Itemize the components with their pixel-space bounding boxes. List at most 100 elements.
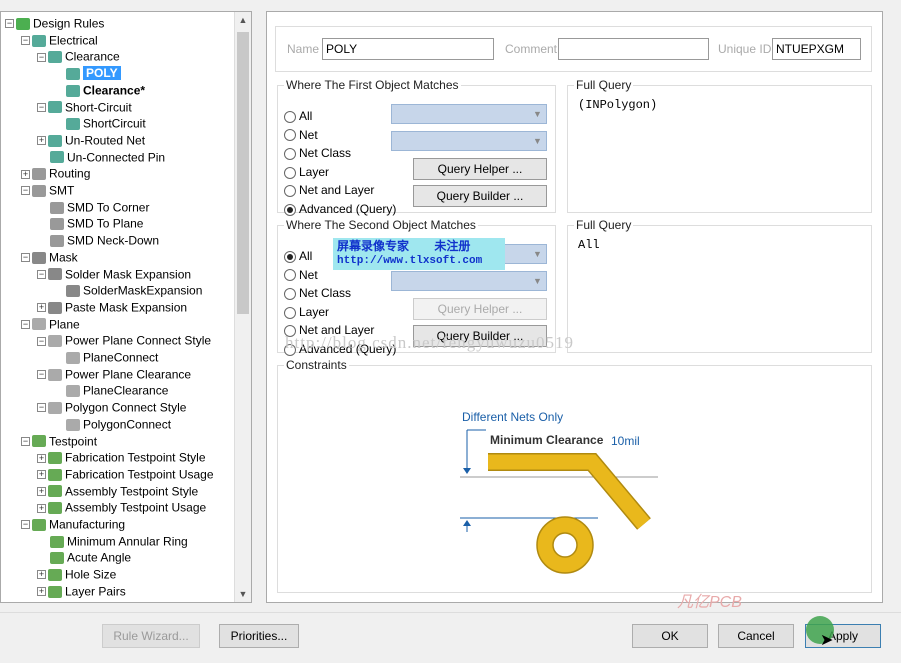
collapse-icon[interactable]: − (21, 520, 30, 530)
collapse-icon[interactable]: − (21, 186, 30, 196)
tree-node[interactable]: − Design Rules (5, 15, 104, 32)
tree-node[interactable]: + Hole Size (37, 566, 116, 583)
tree-node[interactable]: − Power Plane Connect Style (37, 332, 211, 349)
tree-node[interactable]: − Plane (21, 316, 80, 333)
scroll-down-icon[interactable]: ▼ (235, 586, 251, 602)
first-radio-3[interactable]: Layer (284, 164, 329, 180)
radio-icon[interactable] (284, 269, 296, 282)
second-radio-2[interactable]: Net Class (284, 285, 351, 301)
smd-icon (50, 218, 64, 231)
collapse-icon[interactable]: − (37, 52, 46, 62)
tree-node[interactable]: SMD Neck-Down (37, 232, 159, 249)
first-radio-0[interactable]: All (284, 108, 312, 124)
tree-node[interactable]: + Assembly Testpoint Usage (37, 499, 206, 516)
collapse-icon[interactable]: − (21, 319, 30, 329)
tree-node[interactable]: SolderMaskExpansion (53, 282, 202, 299)
first-netclass-combo[interactable]: ▼ (391, 131, 547, 151)
comment-input[interactable] (558, 38, 709, 60)
name-input[interactable]: POLY (322, 38, 494, 60)
tree-node[interactable]: +Hole To Hole Clearance (37, 600, 192, 602)
tree-node[interactable]: + Layer Pairs (37, 583, 126, 600)
tree-node[interactable]: − Power Plane Clearance (37, 366, 191, 383)
tree-node[interactable]: ShortCircuit (53, 115, 146, 132)
scroll-up-icon[interactable]: ▲ (235, 12, 251, 28)
collapse-icon[interactable]: − (37, 269, 46, 279)
tree-node[interactable]: − Manufacturing (21, 516, 125, 533)
routing-icon (32, 168, 46, 181)
tree-node[interactable]: PlaneClearance (53, 382, 168, 399)
plane-icon (48, 335, 62, 348)
collapse-icon[interactable]: − (21, 436, 30, 446)
collapse-icon[interactable]: − (37, 102, 46, 112)
first-query-helper-button[interactable]: Query Helper ... (413, 158, 547, 180)
tree-node[interactable]: SMD To Plane (37, 215, 143, 232)
rule-wizard-button[interactable]: Rule Wizard... (102, 624, 200, 648)
tree-node[interactable]: + Routing (21, 165, 90, 182)
second-radio-1[interactable]: Net (284, 267, 318, 283)
tree-node[interactable]: − Testpoint (21, 433, 97, 450)
second-radio-0[interactable]: All (284, 248, 312, 264)
radio-icon[interactable] (284, 203, 296, 216)
tree-node[interactable]: − Mask (21, 249, 78, 266)
tree-node[interactable]: + Assembly Testpoint Style (37, 483, 198, 500)
tree-node[interactable]: − Short-Circuit (37, 99, 132, 116)
cancel-button[interactable]: Cancel (718, 624, 794, 648)
collapse-icon[interactable]: − (21, 36, 30, 46)
priorities-button[interactable]: Priorities... (219, 624, 299, 648)
tree-node[interactable]: + Fabrication Testpoint Style (37, 449, 206, 466)
unique-id-input[interactable]: NTUEPXGM (772, 38, 861, 60)
first-radio-5[interactable]: Advanced (Query) (284, 201, 396, 217)
radio-icon[interactable] (284, 166, 296, 179)
expand-icon[interactable]: + (37, 486, 46, 496)
radio-icon[interactable] (284, 288, 296, 301)
mask-icon (66, 285, 80, 298)
radio-icon[interactable] (284, 110, 296, 123)
tree-scroll-thumb[interactable] (237, 32, 249, 314)
rules-tree[interactable]: − Design Rules − Electrical − Clearance POLY Cl… (0, 11, 252, 603)
collapse-icon[interactable]: − (37, 403, 46, 413)
expand-icon[interactable]: + (37, 303, 46, 313)
first-radio-4[interactable]: Net and Layer (284, 182, 374, 198)
first-radio-1[interactable]: Net (284, 127, 318, 143)
tree-node[interactable]: + Un-Routed Net (37, 132, 145, 149)
tree-node[interactable]: − Solder Mask Expansion (37, 266, 191, 283)
ok-button[interactable]: OK (632, 624, 708, 648)
tree-node[interactable]: Clearance* (53, 82, 145, 99)
expand-icon[interactable]: + (37, 453, 46, 463)
tree-node[interactable]: Un-Connected Pin (37, 149, 165, 166)
collapse-icon[interactable]: − (37, 336, 46, 346)
second-netclass-combo[interactable]: ▼ (391, 271, 547, 291)
second-query-helper-button[interactable]: Query Helper ... (413, 298, 547, 320)
tree-node[interactable]: + Fabrication Testpoint Usage (37, 466, 214, 483)
expand-icon[interactable]: + (37, 587, 46, 597)
tree-node[interactable]: Acute Angle (37, 549, 131, 566)
radio-icon[interactable] (284, 306, 296, 319)
tree-node[interactable]: PlaneConnect (53, 349, 158, 366)
tree-node[interactable]: POLY (53, 65, 121, 82)
radio-icon[interactable] (284, 129, 296, 142)
tree-node[interactable]: − Clearance (37, 48, 120, 65)
tree-node[interactable]: Minimum Annular Ring (37, 533, 188, 550)
tree-node[interactable]: − Polygon Connect Style (37, 399, 186, 416)
radio-icon[interactable] (284, 250, 296, 263)
expand-icon[interactable]: + (37, 503, 46, 513)
radio-icon[interactable] (284, 148, 296, 161)
radio-icon[interactable] (284, 185, 296, 198)
second-radio-3[interactable]: Layer (284, 304, 329, 320)
tree-node[interactable]: SMD To Corner (37, 199, 149, 216)
tree-node[interactable]: PolygonConnect (53, 416, 171, 433)
collapse-icon[interactable]: − (21, 253, 30, 263)
collapse-icon[interactable]: − (37, 370, 46, 380)
expand-icon[interactable]: + (21, 169, 30, 179)
first-radio-2[interactable]: Net Class (284, 145, 351, 161)
tree-node[interactable]: − Electrical (21, 32, 98, 49)
tree-scrollbar[interactable]: ▲ ▼ (234, 12, 251, 602)
tree-node[interactable]: + Paste Mask Expansion (37, 299, 187, 316)
tree-node[interactable]: − SMT (21, 182, 74, 199)
first-net-combo[interactable]: ▼ (391, 104, 547, 124)
expand-icon[interactable]: + (37, 136, 46, 146)
first-query-builder-button[interactable]: Query Builder ... (413, 185, 547, 207)
expand-icon[interactable]: + (37, 570, 46, 580)
collapse-icon[interactable]: − (5, 19, 14, 29)
expand-icon[interactable]: + (37, 470, 46, 480)
